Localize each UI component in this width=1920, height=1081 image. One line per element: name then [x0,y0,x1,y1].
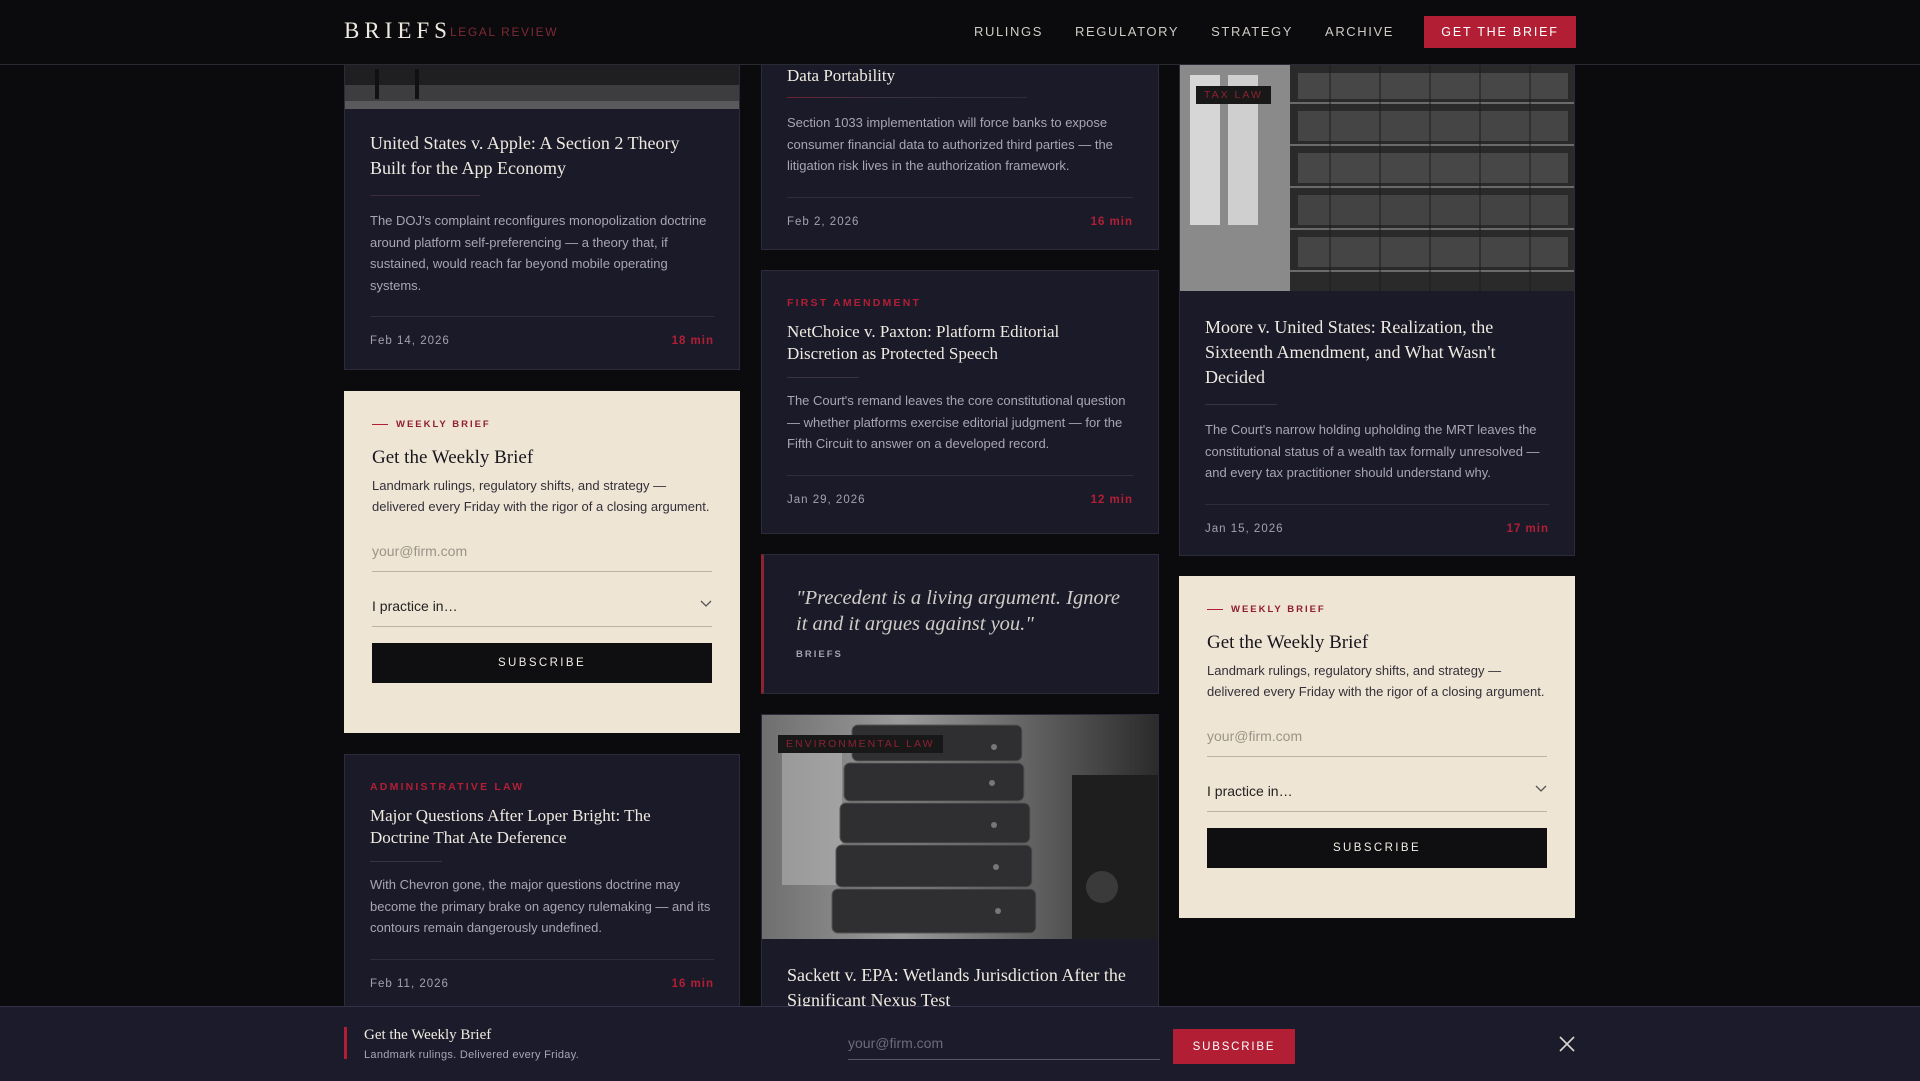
divider [1205,404,1277,405]
article-card-sackett[interactable]: ENVIRONMENTAL LAW Sackett v. EPA: Wetlan… [761,714,1159,1014]
email-field[interactable]: your@firm.com [1207,728,1547,757]
article-card-moore[interactable]: TAX LAW Moore v. United States: Realizat… [1179,64,1575,556]
article-meta: Feb 2, 2026 16 min [787,196,1133,228]
desk-image-icon [345,65,739,109]
article-meta: Feb 11, 2026 16 min [370,958,714,990]
eyebrow-label: WEEKLY BRIEF [396,419,491,430]
article-card-loper-bright[interactable]: ADMINISTRATIVE LAW Major Questions After… [344,754,740,1014]
article-date: Feb 11, 2026 [370,977,449,990]
read-time: 18 min [671,335,714,347]
practice-select[interactable]: I practice in… [1207,783,1547,812]
divider [787,377,859,378]
sticky-subscribe-bar: Get the Weekly Brief Landmark rulings. D… [0,1006,1920,1081]
article-date: Feb 2, 2026 [787,215,860,228]
practice-select-label: I practice in… [372,598,458,614]
pull-quote: "Precedent is a living argument. Ignore … [761,554,1159,694]
newsletter-description: Landmark rulings, regulatory shifts, and… [1207,663,1545,699]
sticky-subscribe-button[interactable]: SUBSCRIBE [1173,1029,1295,1064]
article-card-apple[interactable]: United States v. Apple: A Section 2 Theo… [344,64,740,370]
newsletter-title: Get the Weekly Brief [372,447,534,468]
dash-icon [372,424,388,425]
logo-subtitle: LEGAL REVIEW [450,25,559,39]
article-date: Jan 15, 2026 [1205,522,1284,535]
article-card-data-portability[interactable]: Data Portability Section 1033 implementa… [761,64,1159,250]
article-image [345,65,739,109]
article-meta: Jan 29, 2026 12 min [787,474,1133,506]
quote-source: BRIEFS [796,649,843,660]
article-category: FIRST AMENDMENT [787,297,922,309]
article-image: ENVIRONMENTAL LAW [762,715,1158,939]
subscribe-button[interactable]: SUBSCRIBE [372,643,712,683]
article-title[interactable]: Moore v. United States: Realization, the… [1205,315,1549,390]
article-category: ADMINISTRATIVE LAW [370,781,525,793]
category-tag: TAX LAW [1196,86,1271,104]
nav-link-strategy[interactable]: STRATEGY [1211,24,1293,39]
nav-links: RULINGS REGULATORY STRATEGY ARCHIVE [974,24,1394,39]
accent-bar [344,1027,347,1059]
article-title[interactable]: NetChoice v. Paxton: Platform Editorial … [787,321,1133,365]
email-field[interactable]: your@firm.com [372,543,712,572]
article-excerpt: The Court's narrow holding upholding the… [1205,422,1540,480]
nav-link-archive[interactable]: ARCHIVE [1325,24,1394,39]
subscribe-button[interactable]: SUBSCRIBE [1207,828,1547,868]
read-time: 16 min [671,977,714,990]
article-date: Jan 29, 2026 [787,493,866,506]
eyebrow-label: WEEKLY BRIEF [1231,604,1326,615]
logo[interactable]: BRIEFS [344,18,452,44]
practice-select[interactable]: I practice in… [372,598,712,627]
chevron-down-icon [700,600,712,607]
read-time: 16 min [1090,215,1133,228]
read-time: 17 min [1506,522,1549,535]
chevron-down-icon [1535,785,1547,792]
category-tag: ENVIRONMENTAL LAW [778,735,943,753]
article-date: Feb 14, 2026 [370,335,450,347]
get-the-brief-button[interactable]: GET THE BRIEF [1424,16,1576,48]
nav-link-regulatory[interactable]: REGULATORY [1075,24,1179,39]
sticky-subtitle: Landmark rulings. Delivered every Friday… [364,1049,580,1061]
sticky-title: Get the Weekly Brief [364,1027,492,1043]
article-excerpt: Section 1033 implementation will force b… [787,115,1113,173]
newsletter-signup-sidebar: WEEKLY BRIEF Get the Weekly Brief Landma… [1179,576,1575,918]
article-meta: Jan 15, 2026 17 min [1205,503,1549,535]
practice-select-label: I practice in… [1207,783,1293,799]
quote-text: "Precedent is a living argument. Ignore … [796,587,1121,635]
newsletter-description: Landmark rulings, regulatory shifts, and… [372,478,710,514]
article-title[interactable]: United States v. Apple: A Section 2 Theo… [370,131,714,181]
divider [787,97,1027,98]
article-card-netchoice[interactable]: FIRST AMENDMENT NetChoice v. Paxton: Pla… [761,270,1159,534]
close-icon[interactable] [1558,1035,1576,1053]
newsletter-title: Get the Weekly Brief [1207,632,1369,653]
article-meta: Feb 14, 2026 18 min [370,316,714,347]
article-title[interactable]: Major Questions After Loper Bright: The … [370,805,714,849]
top-nav: BRIEFS LEGAL REVIEW RULINGS REGULATORY S… [0,0,1920,65]
article-title[interactable]: Data Portability [787,65,1133,87]
dash-icon [1207,609,1223,610]
newsletter-signup: WEEKLY BRIEF Get the Weekly Brief Landma… [344,391,740,733]
newsletter-eyebrow: WEEKLY BRIEF [1207,604,1547,615]
nav-link-rulings[interactable]: RULINGS [974,24,1043,39]
sticky-email-input[interactable]: your@firm.com [848,1035,1160,1060]
read-time: 12 min [1090,493,1133,506]
divider [370,861,442,862]
article-excerpt: The Court's remand leaves the core const… [787,393,1126,451]
divider [370,195,480,196]
article-image: TAX LAW [1180,65,1574,291]
article-excerpt: The DOJ's complaint reconfigures monopol… [370,213,707,293]
newsletter-eyebrow: WEEKLY BRIEF [372,419,712,430]
article-excerpt: With Chevron gone, the major questions d… [370,877,711,935]
